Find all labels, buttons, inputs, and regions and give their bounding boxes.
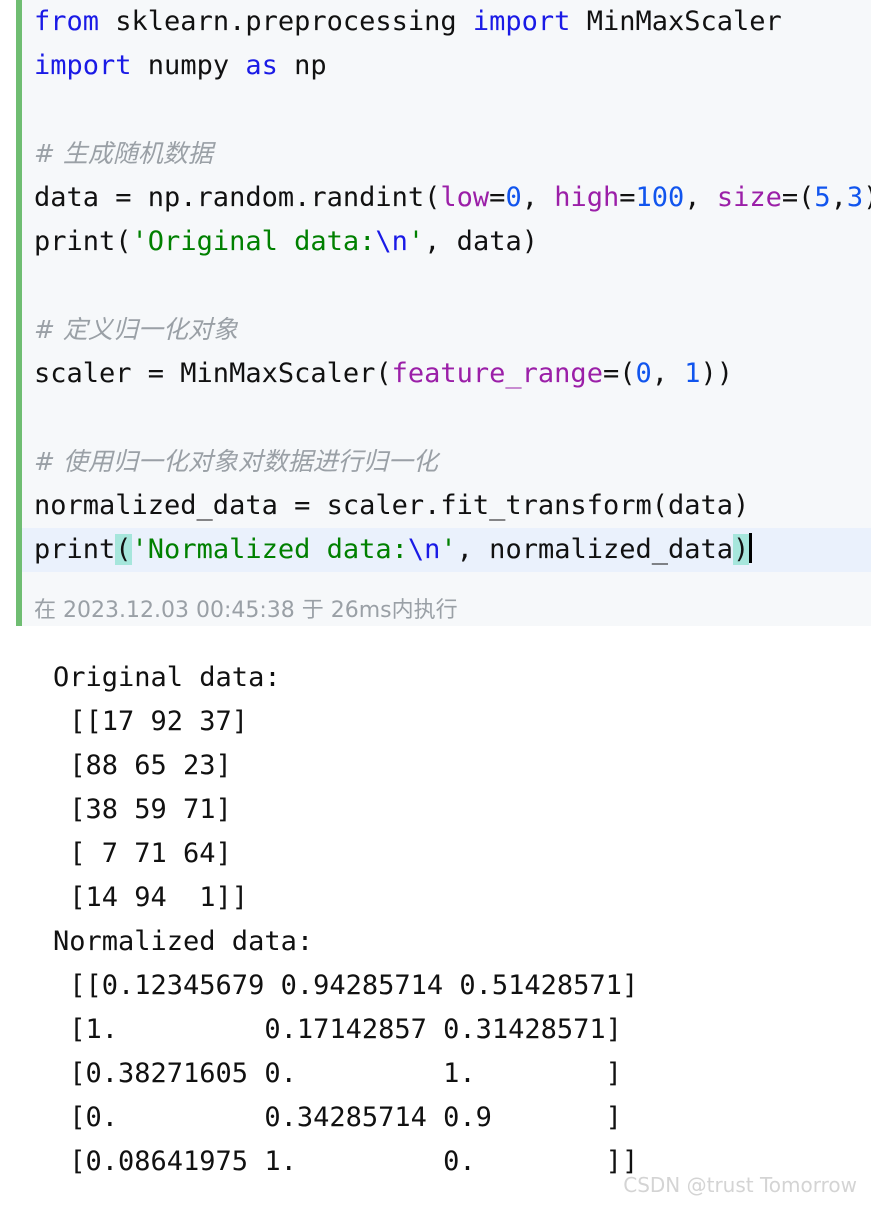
code-token: )) [863, 182, 871, 213]
csdn-watermark: CSDN @trust Tomorrow [623, 1173, 857, 1197]
output-line-list: Original data: [[17 92 37] [88 65 23] [3… [0, 656, 871, 1184]
editor-left-margin [0, 0, 16, 626]
output-line: [38 59 71] [53, 794, 232, 825]
output-line: [0.38271605 0. 1. ] [53, 1058, 622, 1089]
output-line: [1. 0.17142857 0.31428571] [53, 1014, 622, 1045]
code-token: data = np.random.randint( [34, 182, 441, 213]
code-line[interactable]: print('Original data:\n', data) [0, 220, 871, 264]
output-line: Normalized data: [53, 926, 314, 957]
code-token: feature_range [391, 358, 603, 389]
code-line[interactable]: import numpy as np [0, 44, 871, 88]
code-token: scaler = MinMaxScaler( [34, 358, 392, 389]
code-token: size [716, 182, 782, 213]
code-token: np [277, 50, 327, 81]
code-token: 'Original data: [131, 226, 376, 257]
code-token: )) [700, 358, 734, 389]
execution-status-text: 在 2023.12.03 00:45:38 于 26ms内执行 [34, 598, 458, 623]
code-token: = [619, 182, 636, 213]
code-token: 0 [635, 358, 652, 389]
code-token: 0 [505, 182, 522, 213]
code-token: \n [375, 226, 408, 257]
code-line[interactable]: from sklearn.preprocessing import MinMax… [0, 0, 871, 44]
output-line: [[0.12345679 0.94285714 0.51428571] [53, 970, 639, 1001]
code-token: # 生成随机数据 [34, 139, 213, 168]
code-token: from [34, 6, 100, 37]
code-token: 1 [684, 358, 701, 389]
code-token: sklearn.preprocessing [99, 6, 473, 37]
code-line-list: from sklearn.preprocessing import MinMax… [0, 0, 871, 572]
code-line[interactable]: data = np.random.randint(low=0, high=100… [0, 176, 871, 220]
text-cursor [749, 533, 753, 563]
code-token: 100 [635, 182, 685, 213]
code-token: ' [440, 534, 457, 565]
code-line[interactable]: print('Normalized data:\n', normalized_d… [0, 528, 871, 572]
code-line[interactable]: # 生成随机数据 [0, 132, 871, 176]
code-editor-block[interactable]: from sklearn.preprocessing import MinMax… [0, 0, 871, 626]
code-token: print [34, 534, 116, 565]
code-token: \n [407, 534, 441, 565]
code-token: , [521, 182, 555, 213]
code-token: 'Normalized data: [131, 534, 408, 565]
code-line[interactable]: # 使用归一化对象对数据进行归一化 [0, 440, 871, 484]
output-line: [0. 0.34285714 0.9 ] [53, 1102, 622, 1133]
code-token: MinMaxScaler [570, 6, 782, 37]
code-token: ( [115, 534, 132, 565]
code-line[interactable] [0, 88, 871, 132]
output-line: [88 65 23] [53, 750, 232, 781]
code-token: =( [781, 182, 815, 213]
code-line[interactable]: scaler = MinMaxScaler(feature_range=(0, … [0, 352, 871, 396]
output-line: Original data: [53, 662, 281, 693]
code-line[interactable] [0, 396, 871, 440]
code-token: 5 [814, 182, 831, 213]
code-token: , [830, 182, 847, 213]
code-token: import [472, 6, 571, 37]
code-token: print( [34, 226, 132, 257]
code-token: # 定义归一化对象 [34, 315, 238, 344]
code-token: # 使用归一化对象对数据进行归一化 [34, 447, 438, 476]
output-line: [[17 92 37] [53, 706, 249, 737]
code-token: ' [407, 226, 425, 257]
code-token: , [684, 182, 717, 213]
code-token: , data) [424, 226, 538, 257]
code-line[interactable]: normalized_data = scaler.fit_transform(d… [0, 484, 871, 528]
code-line[interactable] [0, 264, 871, 308]
output-line: [14 94 1]] [53, 882, 249, 913]
code-token: numpy [131, 50, 246, 81]
output-console-block: Original data: [[17 92 37] [88 65 23] [3… [0, 626, 871, 1209]
code-token: import [34, 50, 132, 81]
code-token: as [245, 50, 278, 81]
code-token: =( [602, 358, 636, 389]
code-token: 3 [846, 182, 864, 213]
code-token: , [651, 358, 685, 389]
code-token: , normalized_data [456, 534, 734, 565]
editor-accent-bar [16, 0, 22, 626]
code-token: high [554, 182, 620, 213]
code-line[interactable]: # 定义归一化对象 [0, 308, 871, 352]
code-token: ) [733, 534, 750, 565]
code-token: = [489, 182, 506, 213]
code-token: normalized_data = scaler.fit_transform(d… [34, 490, 750, 521]
code-token: low [440, 182, 490, 213]
output-line: [ 7 71 64] [53, 838, 232, 869]
